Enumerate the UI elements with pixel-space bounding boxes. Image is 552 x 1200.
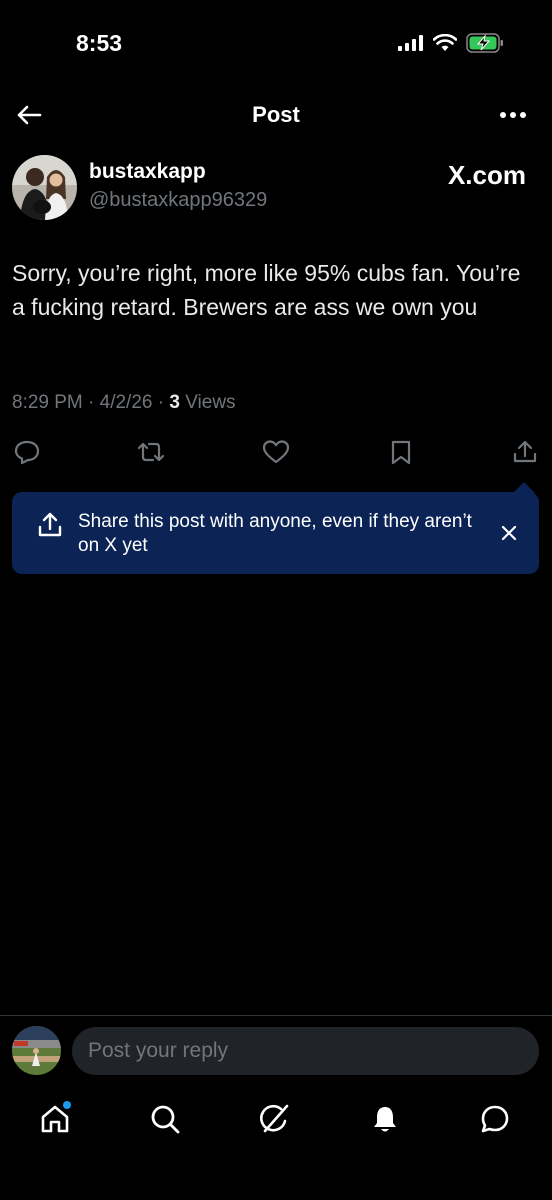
more-horizontal-icon [500, 112, 526, 118]
more-options-button[interactable] [498, 103, 528, 127]
home-notification-dot [63, 1101, 71, 1109]
search-icon [151, 1105, 180, 1134]
author-handle[interactable]: @bustaxkapp96329 [89, 189, 267, 212]
views-count: 3 [169, 392, 180, 413]
user-avatar[interactable] [12, 1026, 61, 1075]
share-icon [513, 440, 537, 463]
grok-icon [260, 1104, 289, 1133]
nav-grok[interactable] [258, 1102, 292, 1136]
author-avatar[interactable] [12, 155, 77, 220]
like-button[interactable] [261, 437, 291, 467]
post-text: Sorry, you’re right, more like 95% cubs … [12, 260, 521, 320]
source-label: X.com [447, 160, 526, 190]
close-icon [501, 525, 517, 541]
share-tooltip-text: Share this post with anyone, even if the… [78, 511, 472, 556]
repost-button[interactable] [136, 437, 166, 467]
bookmark-button[interactable] [386, 437, 416, 467]
reply-button[interactable] [12, 437, 42, 467]
close-tooltip-button[interactable] [496, 520, 522, 546]
wifi-icon [433, 34, 457, 51]
messages-icon [481, 1105, 509, 1133]
status-icons [398, 33, 504, 53]
bookmark-icon [391, 440, 411, 465]
reply-icon [14, 440, 40, 465]
nav-messages[interactable] [478, 1102, 512, 1136]
notifications-icon [374, 1107, 396, 1132]
repost-icon [137, 442, 165, 462]
cellular-signal-icon [398, 35, 423, 51]
post-timestamp: 8:29 PM · 4/2/26 · [12, 392, 170, 413]
battery-charging-icon [466, 33, 503, 53]
tooltip-share-icon [36, 510, 64, 540]
reply-divider [0, 1015, 552, 1016]
page-title: Post [252, 102, 300, 127]
author-display-name[interactable]: bustaxkapp [89, 160, 206, 184]
post-meta: 8:29 PM · 4/2/26 · 3 Views [12, 392, 236, 414]
views-label: Views [179, 392, 236, 413]
status-time: 8:53 [76, 30, 123, 56]
like-icon [262, 440, 290, 464]
nav-notifications[interactable] [368, 1102, 402, 1136]
reply-input[interactable] [72, 1027, 539, 1075]
share-button[interactable] [510, 437, 540, 467]
nav-search[interactable] [148, 1102, 182, 1136]
